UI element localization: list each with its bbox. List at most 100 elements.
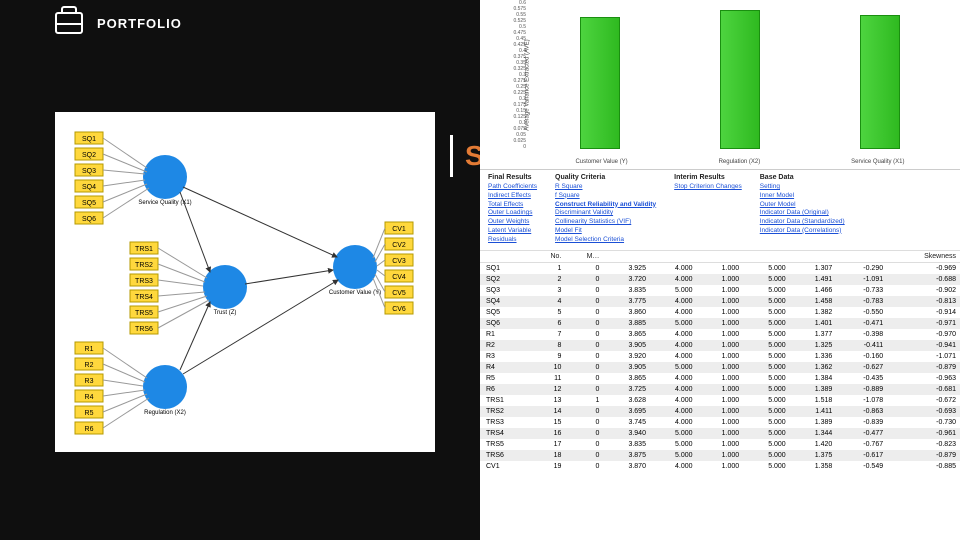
col-header[interactable]	[743, 251, 790, 263]
svg-text:R2: R2	[85, 362, 94, 369]
table-row[interactable]: TRS61803.8755.0001.0005.0001.375-0.617-0…	[480, 450, 960, 461]
sq-indicators: SQ1 SQ2 SQ3 SQ4 SQ5 SQ6	[75, 132, 103, 224]
table-row[interactable]: SQ1103.9254.0001.0005.0001.307-0.290-0.9…	[480, 263, 960, 275]
result-link[interactable]: Outer Weights	[488, 218, 537, 227]
table-row[interactable]: R3903.9204.0001.0005.0001.336-0.160-1.07…	[480, 351, 960, 362]
result-link[interactable]: Total Effects	[488, 201, 537, 210]
svg-text:CV1: CV1	[392, 226, 406, 233]
svg-text:CV5: CV5	[392, 290, 406, 297]
svg-text:CV4: CV4	[392, 274, 406, 281]
result-link[interactable]: Path Coefficients	[488, 183, 537, 192]
table-row[interactable]: R51103.8654.0001.0005.0001.384-0.435-0.9…	[480, 373, 960, 384]
col-header[interactable]	[480, 251, 531, 263]
table-row[interactable]: TRS11313.6284.0001.0005.0001.518-1.078-0…	[480, 395, 960, 406]
svg-text:TRS4: TRS4	[135, 294, 153, 301]
result-link[interactable]: Latent Variable	[488, 227, 537, 236]
svg-text:Trust (Z): Trust (Z)	[214, 310, 237, 316]
x-tick-label: Service Quality (X1)	[851, 159, 904, 165]
pls-model-diagram: SQ1 SQ2 SQ3 SQ4 SQ5 SQ6 TRS1 TRS2 TRS3 T…	[55, 112, 435, 452]
ave-bar-chart: Average Variance Extracted (AVE) 0.60.57…	[480, 0, 960, 170]
table-row[interactable]: SQ6603.8855.0001.0005.0001.401-0.471-0.9…	[480, 318, 960, 329]
title-accent-bar	[450, 135, 453, 177]
result-link[interactable]: Indirect Effects	[488, 192, 537, 201]
result-link[interactable]: Residuals	[488, 236, 537, 245]
col-header[interactable]	[603, 251, 650, 263]
svg-text:CV2: CV2	[392, 242, 406, 249]
table-row[interactable]: R61203.7254.0001.0005.0001.389-0.889-0.6…	[480, 384, 960, 395]
result-link[interactable]: Indicator Data (Standardized)	[760, 218, 845, 227]
col-header[interactable]: No.	[531, 251, 565, 263]
result-link[interactable]: Indicator Data (Original)	[760, 209, 845, 218]
y-axis-ticks: 0.60.5750.550.5250.50.4750.450.4250.40.3…	[506, 0, 526, 149]
result-link[interactable]: Inner Model	[760, 192, 845, 201]
result-link[interactable]: Setting	[760, 183, 845, 192]
table-row[interactable]: SQ4403.7754.0001.0005.0001.458-0.783-0.8…	[480, 296, 960, 307]
svg-text:R5: R5	[85, 410, 94, 417]
table-row[interactable]: TRS51703.8355.0001.0005.0001.420-0.767-0…	[480, 439, 960, 450]
table-row[interactable]: CV11903.8704.0001.0005.0001.358-0.549-0.…	[480, 461, 960, 472]
result-link[interactable]: Stop Criterion Changes	[674, 183, 742, 192]
svg-text:TRS2: TRS2	[135, 262, 153, 269]
header-left: PORTFOLIO	[55, 12, 182, 34]
result-link[interactable]: Outer Model	[760, 201, 845, 210]
svg-text:SQ1: SQ1	[82, 136, 96, 143]
interim-head: Interim Results	[674, 174, 742, 181]
result-link[interactable]: Outer Loadings	[488, 209, 537, 218]
col-header[interactable]	[697, 251, 744, 263]
svg-text:R6: R6	[85, 426, 94, 433]
result-link[interactable]: f Square	[555, 192, 656, 201]
svg-text:SQ2: SQ2	[82, 152, 96, 159]
table-row[interactable]: SQ5503.8604.0001.0005.0001.382-0.550-0.9…	[480, 307, 960, 318]
quality-criteria-head: Quality Criteria	[555, 174, 656, 181]
indicator-descriptives-table: No.M… Skewness SQ1103.9254.0001.0005.0001…	[480, 251, 960, 472]
svg-text:R1: R1	[85, 346, 94, 353]
col-header[interactable]	[836, 251, 887, 263]
result-link[interactable]: R Square	[555, 183, 656, 192]
svg-text:TRS5: TRS5	[135, 310, 153, 317]
svg-text:TRS6: TRS6	[135, 326, 153, 333]
result-link[interactable]: Model Selection Criteria	[555, 236, 656, 245]
svg-text:SQ5: SQ5	[82, 200, 96, 207]
results-links: Final Results Path CoefficientsIndirect E…	[480, 170, 960, 251]
svg-text:R3: R3	[85, 378, 94, 385]
table-row[interactable]: R2803.9054.0001.0005.0001.325-0.411-0.94…	[480, 340, 960, 351]
result-link[interactable]: Collinearity Statistics (VIF)	[555, 218, 656, 227]
result-link[interactable]: Indicator Data (Correlations)	[760, 227, 845, 236]
chart-bar	[580, 17, 620, 149]
result-link[interactable]: Model Fit	[555, 227, 656, 236]
x-tick-label: Regulation (X2)	[719, 159, 761, 165]
svg-text:SQ6: SQ6	[82, 216, 96, 223]
col-header[interactable]	[790, 251, 837, 263]
table-row[interactable]: TRS31503.7454.0001.0005.0001.389-0.839-0…	[480, 417, 960, 428]
svg-text:TRS1: TRS1	[135, 246, 153, 253]
result-link[interactable]: Discriminant Validity	[555, 209, 656, 218]
table-row[interactable]: R41003.9055.0001.0005.0001.362-0.627-0.8…	[480, 362, 960, 373]
smartpls-app-panel: Average Variance Extracted (AVE) 0.60.57…	[480, 0, 960, 540]
result-link[interactable]: Construct Reliability and Validity	[555, 201, 656, 210]
svg-text:R4: R4	[85, 394, 94, 401]
col-header[interactable]: M…	[565, 251, 603, 263]
table-row[interactable]: SQ2203.7204.0001.0005.0001.491-1.091-0.6…	[480, 274, 960, 285]
chart-bars	[530, 0, 950, 149]
svg-text:Regulation (X2): Regulation (X2)	[144, 410, 186, 416]
table-row[interactable]: TRS41603.9405.0001.0005.0001.344-0.477-0…	[480, 428, 960, 439]
svg-text:SQ3: SQ3	[82, 168, 96, 175]
table-row[interactable]: TRS21403.6954.0001.0005.0001.411-0.863-0…	[480, 406, 960, 417]
final-results-head: Final Results	[488, 174, 537, 181]
construct-regulation	[143, 365, 187, 409]
svg-text:SQ4: SQ4	[82, 184, 96, 191]
x-axis-labels: Customer Value (Y) Regulation (X2) Service…	[530, 159, 950, 165]
col-header[interactable]	[650, 251, 697, 263]
table-row[interactable]: R1703.8654.0001.0005.0001.377-0.398-0.97…	[480, 329, 960, 340]
x-tick-label: Customer Value (Y)	[575, 159, 627, 165]
table-row[interactable]: SQ3303.8355.0001.0005.0001.466-0.733-0.9…	[480, 285, 960, 296]
chart-bar	[720, 10, 760, 149]
col-header[interactable]: Skewness	[887, 251, 960, 263]
svg-text:CV6: CV6	[392, 306, 406, 313]
svg-text:TRS3: TRS3	[135, 278, 153, 285]
cv-indicators: CV1 CV2 CV3 CV4 CV5 CV6	[385, 222, 413, 314]
chart-bar	[860, 15, 900, 149]
briefcase-icon	[55, 12, 83, 34]
trs-indicators: TRS1 TRS2 TRS3 TRS4 TRS5 TRS6	[130, 242, 158, 334]
construct-customer-value	[333, 245, 377, 289]
